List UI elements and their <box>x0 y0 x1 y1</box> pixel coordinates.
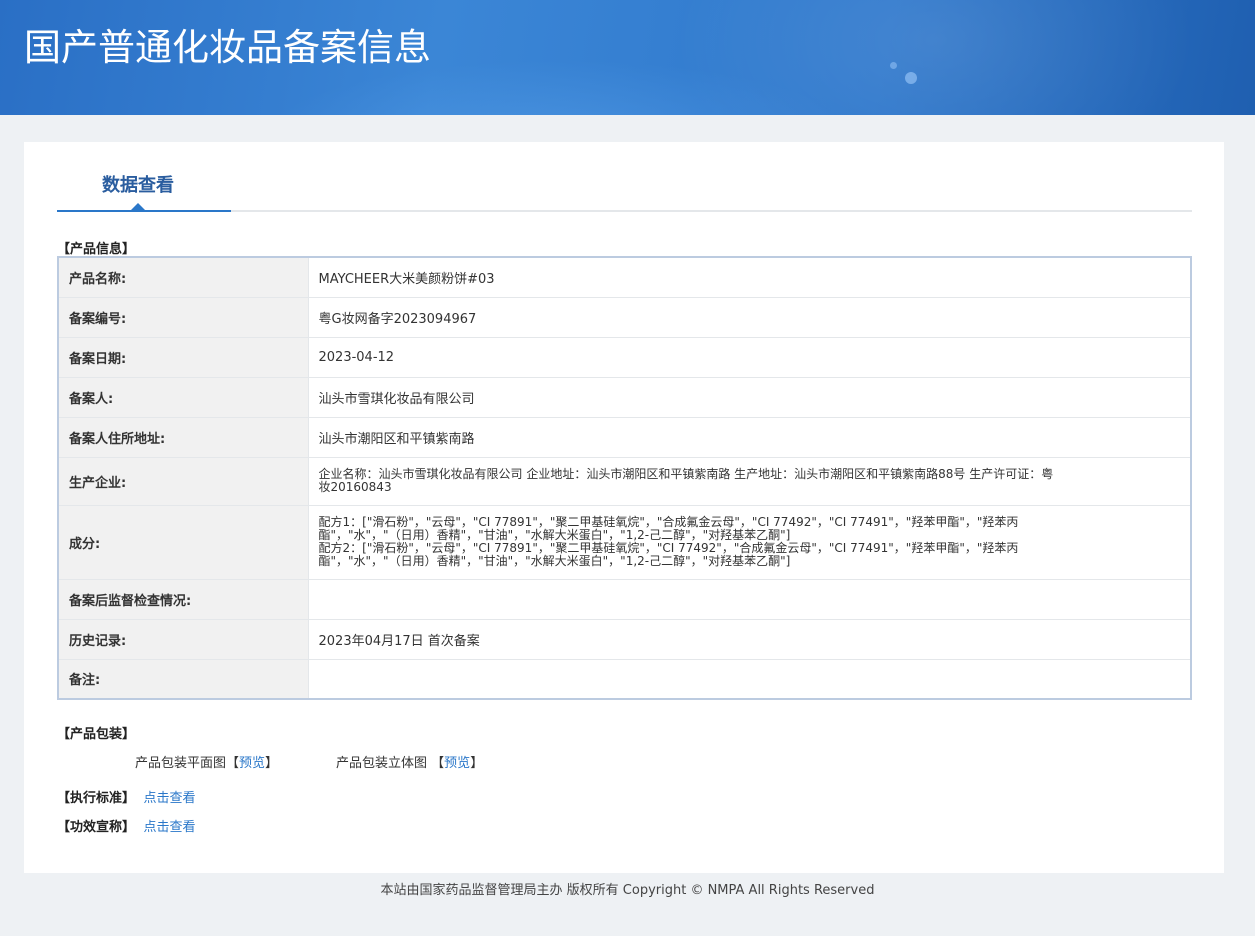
efficacy-claim-row: 【功效宣称】 点击查看 <box>57 816 196 835</box>
row-value: 配方1：["滑石粉"，"云母"，"CI 77891"，"聚二甲基硅氧烷"，"合成… <box>308 505 1191 580</box>
row-key: 备案人住所地址: <box>58 417 309 458</box>
row-value <box>308 659 1191 700</box>
tab-bar: 数据查看 <box>57 142 1192 212</box>
footer-copyright: 本站由国家药品监督管理局主办 版权所有 Copyright © NMPA All… <box>380 883 875 898</box>
bracket: 】 <box>265 756 279 771</box>
table-row: 备注: <box>58 659 1191 700</box>
table-row: 产品名称: MAYCHEER大米美颜粉饼#03 <box>58 257 1191 298</box>
table-row: 备案后监督检查情况: <box>58 579 1191 620</box>
bracket: 【 <box>431 756 445 771</box>
header-banner: 国产普通化妆品备案信息 <box>0 0 1255 115</box>
packaging-solid-label: 产品包装立体图 <box>336 756 428 771</box>
packaging-flat-preview-link[interactable]: 预览 <box>239 756 265 771</box>
value-line: 妆20160843 <box>318 480 392 494</box>
table-row: 历史记录: 2023年04月17日 首次备案 <box>58 619 1191 660</box>
table-row: 备案日期: 2023-04-12 <box>58 337 1191 378</box>
row-value: 汕头市潮阳区和平镇紫南路 <box>308 417 1191 458</box>
row-key: 备注: <box>58 659 309 700</box>
tab-label[interactable]: 数据查看 <box>102 171 174 197</box>
row-key: 备案后监督检查情况: <box>58 579 309 620</box>
execution-standard-link[interactable]: 点击查看 <box>144 791 196 806</box>
content-card: 数据查看 【产品信息】 产品名称: MAYCHEER大米美颜粉饼#03 备案编号… <box>24 142 1224 873</box>
row-value: 粤G妆网备字2023094967 <box>308 297 1191 338</box>
row-key: 生产企业: <box>58 457 309 506</box>
efficacy-claim-link[interactable]: 点击查看 <box>144 820 196 835</box>
row-key: 备案编号: <box>58 297 309 338</box>
row-value <box>308 579 1191 620</box>
value-line: 企业名称：汕头市雪琪化妆品有限公司 企业地址：汕头市潮阳区和平镇紫南路 生产地址… <box>318 467 1054 481</box>
banner-dot <box>905 72 917 84</box>
row-key: 备案日期: <box>58 337 309 378</box>
table-row: 备案人住所地址: 汕头市潮阳区和平镇紫南路 <box>58 417 1191 458</box>
table-row: 备案人: 汕头市雪琪化妆品有限公司 <box>58 377 1191 418</box>
row-value: 2023年04月17日 首次备案 <box>308 619 1191 660</box>
efficacy-claim-label: 【功效宣称】 <box>57 820 136 835</box>
execution-standard-label: 【执行标准】 <box>57 791 136 806</box>
value-line: 酯"，"水"，"（日用）香精"，"甘油"，"水解大米蛋白"，"1,2-己二醇"，… <box>318 554 791 568</box>
packaging-solid-row: 产品包装立体图 【预览】 <box>336 752 483 771</box>
execution-standard-row: 【执行标准】 点击查看 <box>57 787 196 806</box>
packaging-flat-row: 产品包装平面图【预览】 <box>135 752 278 771</box>
row-value: MAYCHEER大米美颜粉饼#03 <box>308 257 1191 298</box>
packaging-flat-label: 产品包装平面图 <box>135 756 227 771</box>
table-row: 生产企业: 企业名称：汕头市雪琪化妆品有限公司 企业地址：汕头市潮阳区和平镇紫南… <box>58 457 1191 506</box>
row-value: 汕头市雪琪化妆品有限公司 <box>308 377 1191 418</box>
table-row: 备案编号: 粤G妆网备字2023094967 <box>58 297 1191 338</box>
tab-active-caret-icon <box>131 203 145 210</box>
row-key: 产品名称: <box>58 257 309 298</box>
packaging-solid-preview-link[interactable]: 预览 <box>444 756 470 771</box>
bracket: 】 <box>470 756 484 771</box>
tab-data-view[interactable]: 数据查看 <box>57 142 231 212</box>
row-value: 企业名称：汕头市雪琪化妆品有限公司 企业地址：汕头市潮阳区和平镇紫南路 生产地址… <box>308 457 1191 506</box>
product-info-table: 产品名称: MAYCHEER大米美颜粉饼#03 备案编号: 粤G妆网备字2023… <box>57 256 1192 700</box>
row-key: 历史记录: <box>58 619 309 660</box>
section-label-packaging: 【产品包装】 <box>57 727 136 742</box>
row-key: 备案人: <box>58 377 309 418</box>
banner-dot <box>890 62 897 69</box>
bracket: 【 <box>226 756 240 771</box>
row-value: 2023-04-12 <box>308 337 1191 378</box>
row-key: 成分: <box>58 505 309 580</box>
table-row: 成分: 配方1：["滑石粉"，"云母"，"CI 77891"，"聚二甲基硅氧烷"… <box>58 505 1191 580</box>
section-label-product-info: 【产品信息】 <box>57 242 136 257</box>
page-title: 国产普通化妆品备案信息 <box>24 26 431 69</box>
